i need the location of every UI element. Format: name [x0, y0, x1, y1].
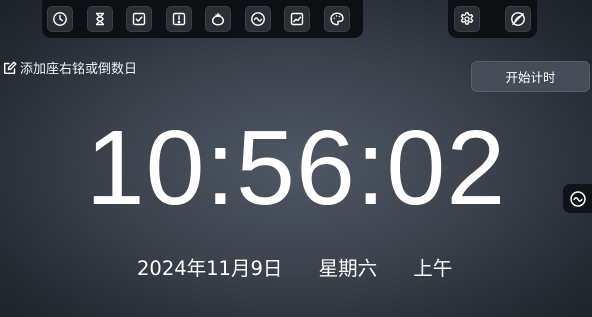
palette-icon — [329, 12, 344, 25]
date-line: 2024年11月9日 星期六 上午 — [137, 252, 452, 281]
countdown-button[interactable] — [86, 5, 113, 32]
add-motto-link[interactable]: 添加座右铭或倒数日 — [2, 58, 137, 77]
weekday-text: 星期六 — [318, 257, 378, 280]
clock-button[interactable] — [47, 5, 73, 32]
reminder-button[interactable] — [165, 5, 192, 32]
no-sleep-icon — [511, 11, 525, 26]
checkbox-icon — [132, 12, 146, 25]
period-text: 上午 — [413, 257, 453, 280]
side-panel-toggle[interactable] — [563, 184, 592, 213]
white-noise-button[interactable] — [244, 5, 271, 32]
main-toolbar — [42, 0, 363, 38]
right-toolbar — [448, 0, 537, 38]
alert-icon — [172, 12, 185, 25]
wave-icon — [569, 190, 586, 207]
statistics-button[interactable] — [284, 5, 310, 32]
start-timer-button[interactable]: 开始计时 — [471, 61, 590, 92]
chart-icon — [290, 12, 304, 25]
tomato-icon — [212, 12, 224, 25]
date-text: 2024年11月9日 — [137, 257, 283, 280]
todo-button[interactable] — [126, 5, 152, 32]
settings-icon — [460, 11, 474, 25]
edit-icon — [4, 61, 17, 74]
start-timer-label: 开始计时 — [505, 70, 556, 85]
hourglass-icon — [95, 12, 104, 25]
pomodoro-button[interactable] — [205, 5, 231, 32]
keep-awake-button[interactable] — [505, 5, 531, 32]
settings-button[interactable] — [454, 5, 480, 32]
theme-button[interactable] — [323, 5, 350, 32]
clock-icon — [53, 11, 67, 26]
wave-icon — [250, 11, 265, 26]
clock-time: 10:56:02 — [85, 109, 507, 227]
add-motto-label: 添加座右铭或倒数日 — [20, 62, 138, 77]
